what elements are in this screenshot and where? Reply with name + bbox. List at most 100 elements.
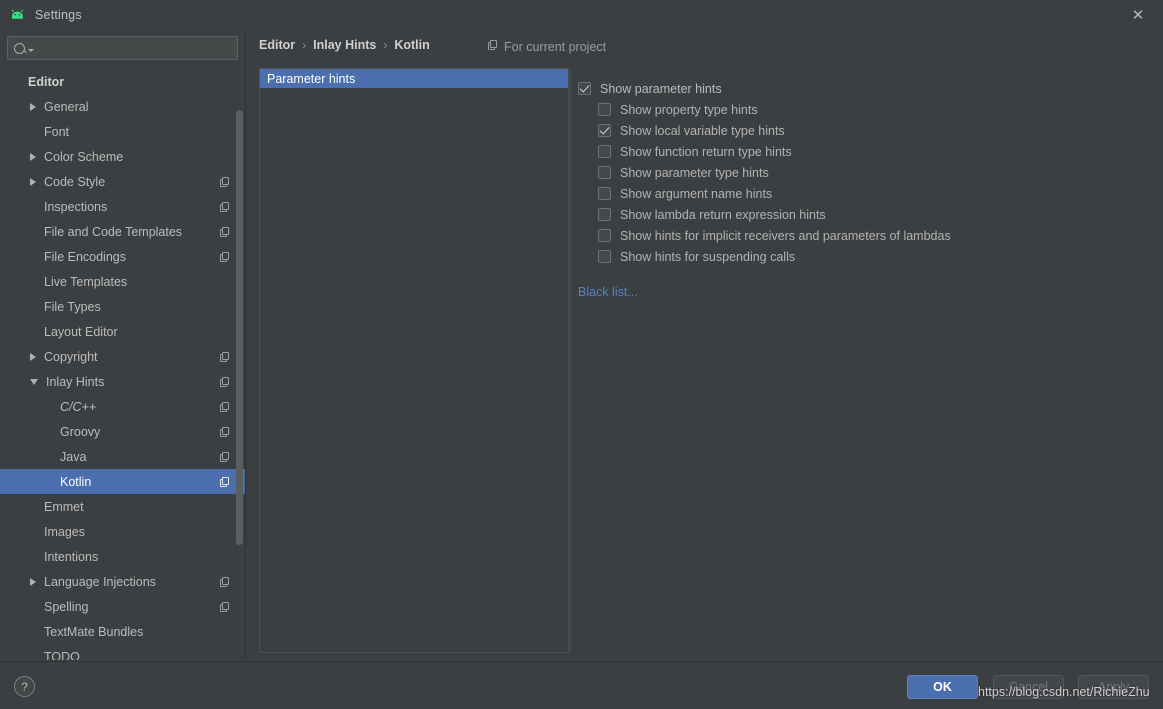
tree-spacer [30,131,36,132]
project-scope-icon [220,252,230,263]
chevron-right-icon[interactable] [30,353,36,361]
sidebar-item-font[interactable]: Font [0,119,245,144]
cancel-button[interactable]: Cancel [993,675,1064,699]
sidebar-item-language-injections[interactable]: Language Injections [0,569,245,594]
tree-spacer [30,331,36,332]
checkbox-unchecked-icon[interactable] [598,103,611,116]
checkbox-unchecked-icon[interactable] [598,229,611,242]
sidebar-item-live-templates[interactable]: Live Templates [0,269,245,294]
checkbox-checked-icon[interactable] [578,82,591,95]
checkbox-unchecked-icon[interactable] [598,145,611,158]
options-panel: Show parameter hintsShow property type h… [578,78,1138,267]
checkbox-unchecked-icon[interactable] [598,250,611,263]
title-bar: Settings ✕ [0,0,1163,29]
tree-spacer [30,556,36,557]
search-container [0,30,245,60]
checkbox-label: Show hints for implicit receivers and pa… [620,229,951,243]
panel-divider[interactable] [570,68,571,653]
chevron-right-icon[interactable] [30,178,36,186]
checkbox-label: Show local variable type hints [620,124,785,138]
project-scope-icon [220,227,230,238]
sidebar-scrollbar[interactable] [236,110,243,575]
chevron-right-icon[interactable] [30,578,36,586]
sidebar-item-java[interactable]: Java [0,444,245,469]
checkbox-label: Show parameter type hints [620,166,769,180]
checkbox-row[interactable]: Show function return type hints [598,141,1138,162]
breadcrumb-separator: › [383,38,387,52]
project-scope-icon [220,402,230,413]
sidebar-item-file-and-code-templates[interactable]: File and Code Templates [0,219,245,244]
sidebar-item-label: Code Style [44,175,105,189]
checkbox-row[interactable]: Show local variable type hints [598,120,1138,141]
tree-spacer [30,631,36,632]
breadcrumb-item[interactable]: Kotlin [394,38,429,52]
sidebar-item-editor[interactable]: Editor [0,69,245,94]
black-list-link[interactable]: Black list... [578,285,638,299]
checkbox-row[interactable]: Show hints for suspending calls [598,246,1138,267]
checkbox-unchecked-icon[interactable] [598,166,611,179]
sidebar-item-emmet[interactable]: Emmet [0,494,245,519]
sidebar-item-label: Groovy [60,425,100,439]
sidebar-item-todo[interactable]: TODO [0,644,245,660]
checkbox-row[interactable]: Show lambda return expression hints [598,204,1138,225]
breadcrumb-item[interactable]: Editor [259,38,295,52]
chevron-down-icon[interactable] [30,379,38,385]
sidebar-item-copyright[interactable]: Copyright [0,344,245,369]
sidebar-item-c-c[interactable]: C/C++ [0,394,245,419]
sidebar-scrollbar-thumb[interactable] [236,110,243,545]
sidebar-item-label: Java [60,450,86,464]
sidebar-item-file-types[interactable]: File Types [0,294,245,319]
help-button[interactable]: ? [14,676,35,697]
sidebar-item-color-scheme[interactable]: Color Scheme [0,144,245,169]
tree-spacer [30,656,36,657]
checkbox-label: Show function return type hints [620,145,792,159]
settings-sidebar: Editor General FontColor Scheme Code Style I… [0,30,246,660]
checkbox-row[interactable]: Show parameter type hints [598,162,1138,183]
sidebar-item-textmate-bundles[interactable]: TextMate Bundles [0,619,245,644]
tree-spacer [30,606,36,607]
sidebar-item-images[interactable]: Images [0,519,245,544]
sidebar-item-label: File and Code Templates [44,225,182,239]
chevron-right-icon[interactable] [30,153,36,161]
tree-spacer [30,281,36,282]
sidebar-item-inspections[interactable]: Inspections [0,194,245,219]
sidebar-item-general[interactable]: General [0,94,245,119]
sidebar-item-label: General [44,100,88,114]
project-scope-icon [220,177,230,188]
sidebar-item-inlay-hints[interactable]: Inlay Hints [0,369,245,394]
settings-tree: Editor General FontColor Scheme Code Style I… [0,69,245,660]
checkbox-unchecked-icon[interactable] [598,187,611,200]
search-box[interactable] [7,36,238,60]
breadcrumb-item[interactable]: Inlay Hints [313,38,376,52]
chevron-right-icon[interactable] [30,103,36,111]
checkbox-row[interactable]: Show hints for implicit receivers and pa… [598,225,1138,246]
sidebar-item-code-style[interactable]: Code Style [0,169,245,194]
checkbox-row[interactable]: Show property type hints [598,99,1138,120]
project-scope-icon [220,577,230,588]
search-icon [14,43,25,54]
project-scope-icon [220,427,230,438]
list-item[interactable]: Parameter hints [260,69,568,88]
checkbox-unchecked-icon[interactable] [598,208,611,221]
checkbox-checked-icon[interactable] [598,124,611,137]
sidebar-item-spelling[interactable]: Spelling [0,594,245,619]
sidebar-item-intentions[interactable]: Intentions [0,544,245,569]
sidebar-item-groovy[interactable]: Groovy [0,419,245,444]
sidebar-item-label: Spelling [44,600,88,614]
apply-button[interactable]: Apply [1078,675,1149,699]
checkbox-row[interactable]: Show argument name hints [598,183,1138,204]
sidebar-item-layout-editor[interactable]: Layout Editor [0,319,245,344]
sidebar-item-kotlin[interactable]: Kotlin [0,469,245,494]
breadcrumb-separator: › [302,38,306,52]
close-icon[interactable]: ✕ [1127,5,1149,25]
search-input[interactable] [39,41,231,55]
sidebar-item-label: C/C++ [60,400,96,414]
dialog-footer: ? OK Cancel Apply [0,661,1163,709]
project-scope-icon [488,42,498,53]
sidebar-item-file-encodings[interactable]: File Encodings [0,244,245,269]
checkbox-row[interactable]: Show parameter hints [578,78,1138,99]
ok-button[interactable]: OK [907,675,978,699]
tree-spacer [46,481,52,482]
hints-list-panel: Parameter hints [259,68,569,653]
chevron-down-icon[interactable] [28,49,34,52]
